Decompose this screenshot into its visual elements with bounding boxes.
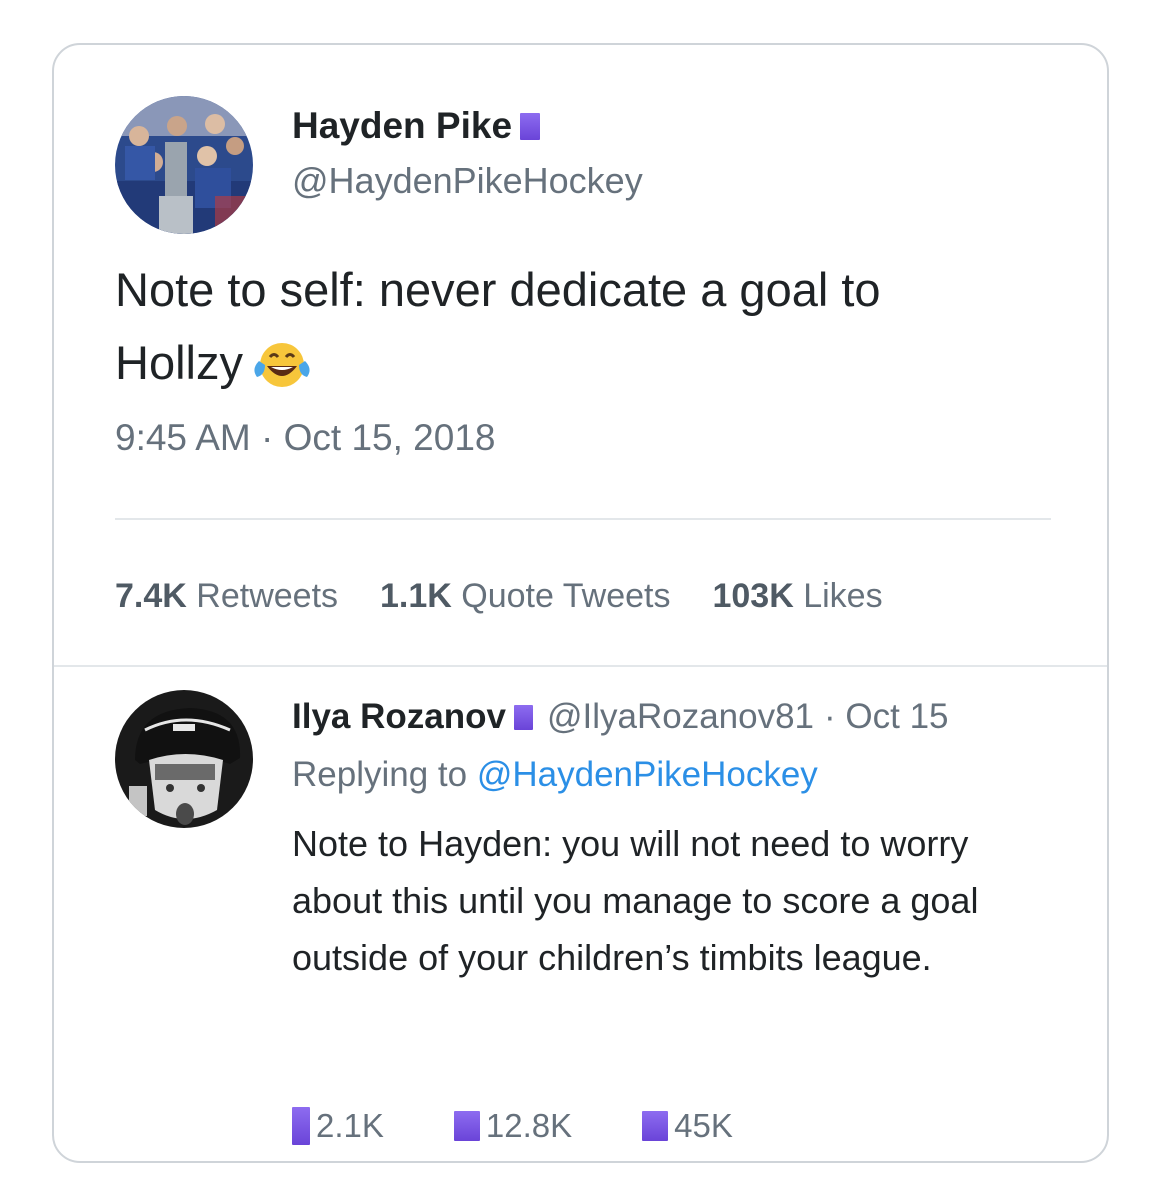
reply-likes-count: 45K: [674, 1107, 733, 1144]
reply-text: Note to Hayden: you will not need to wor…: [292, 823, 979, 978]
reply-verified-badge-icon: [513, 704, 533, 730]
retweet-icon: [453, 1111, 480, 1141]
reply-likes-action[interactable]: 45K: [642, 1107, 733, 1145]
tweet-text-line-1: Note to self: never dedicate a goal to: [115, 263, 881, 316]
reply-actions: 2.1K 12.8K 45K: [292, 1107, 803, 1145]
tweet-text-line-2-text: Hollzy: [115, 336, 243, 389]
reply-retweets-count: 12.8K: [485, 1107, 573, 1144]
quote-tweets-stat[interactable]: 1.1K Quote Tweets: [380, 577, 670, 616]
verified-badge-icon: [520, 112, 541, 140]
likes-stat[interactable]: 103K Likes: [712, 577, 882, 616]
reply-replies-count: 2.1K: [316, 1107, 384, 1144]
reply-separator: [54, 665, 1107, 667]
retweets-stat[interactable]: 7.4K Retweets: [115, 577, 338, 616]
tweet-text: Note to self: never dedicate a goal to H…: [115, 253, 1015, 409]
like-icon: [642, 1111, 669, 1141]
reply-header: Ilya Rozanov @IlyaRozanov81 · Oct 15: [292, 697, 949, 737]
tweet-card: Hayden Pike @HaydenPikeHockey Note to se…: [52, 43, 1109, 1163]
replying-to: Replying to @HaydenPikeHockey: [292, 755, 818, 795]
author-name-text[interactable]: Hayden Pike: [292, 105, 512, 147]
author-name[interactable]: Hayden Pike: [292, 105, 541, 147]
author-handle[interactable]: @HaydenPikeHockey: [292, 160, 643, 202]
engagement-stats: 7.4K Retweets 1.1K Quote Tweets 103K Lik…: [115, 577, 925, 616]
reply-retweets-action[interactable]: 12.8K: [453, 1107, 573, 1145]
reply-replies-action[interactable]: 2.1K: [292, 1107, 384, 1145]
tweet-text-line-2: Hollzy: [115, 326, 1015, 409]
replying-to-mention-link[interactable]: @HaydenPikeHockey: [477, 755, 818, 794]
retweets-label: Retweets: [196, 577, 339, 615]
reply-date[interactable]: · Oct 15: [824, 697, 948, 737]
tweet-timestamp[interactable]: 9:45 AM · Oct 15, 2018: [115, 417, 496, 459]
author-avatar[interactable]: [115, 96, 253, 234]
reply-icon: [292, 1107, 310, 1145]
laughing-tears-emoji-icon: [251, 336, 313, 409]
reply-author-name-text[interactable]: Ilya Rozanov: [292, 697, 506, 737]
likes-count: 103K: [712, 577, 794, 615]
quote-tweets-count: 1.1K: [380, 577, 452, 615]
replying-to-prefix: Replying to: [292, 755, 468, 794]
divider: [115, 518, 1051, 520]
quote-tweets-label: Quote Tweets: [461, 577, 671, 615]
reply-author-name[interactable]: Ilya Rozanov: [292, 697, 533, 737]
likes-label: Likes: [803, 577, 883, 615]
retweets-count: 7.4K: [115, 577, 187, 615]
reply-author-avatar[interactable]: [115, 690, 253, 828]
reply-author-handle[interactable]: @IlyaRozanov81: [547, 697, 814, 737]
